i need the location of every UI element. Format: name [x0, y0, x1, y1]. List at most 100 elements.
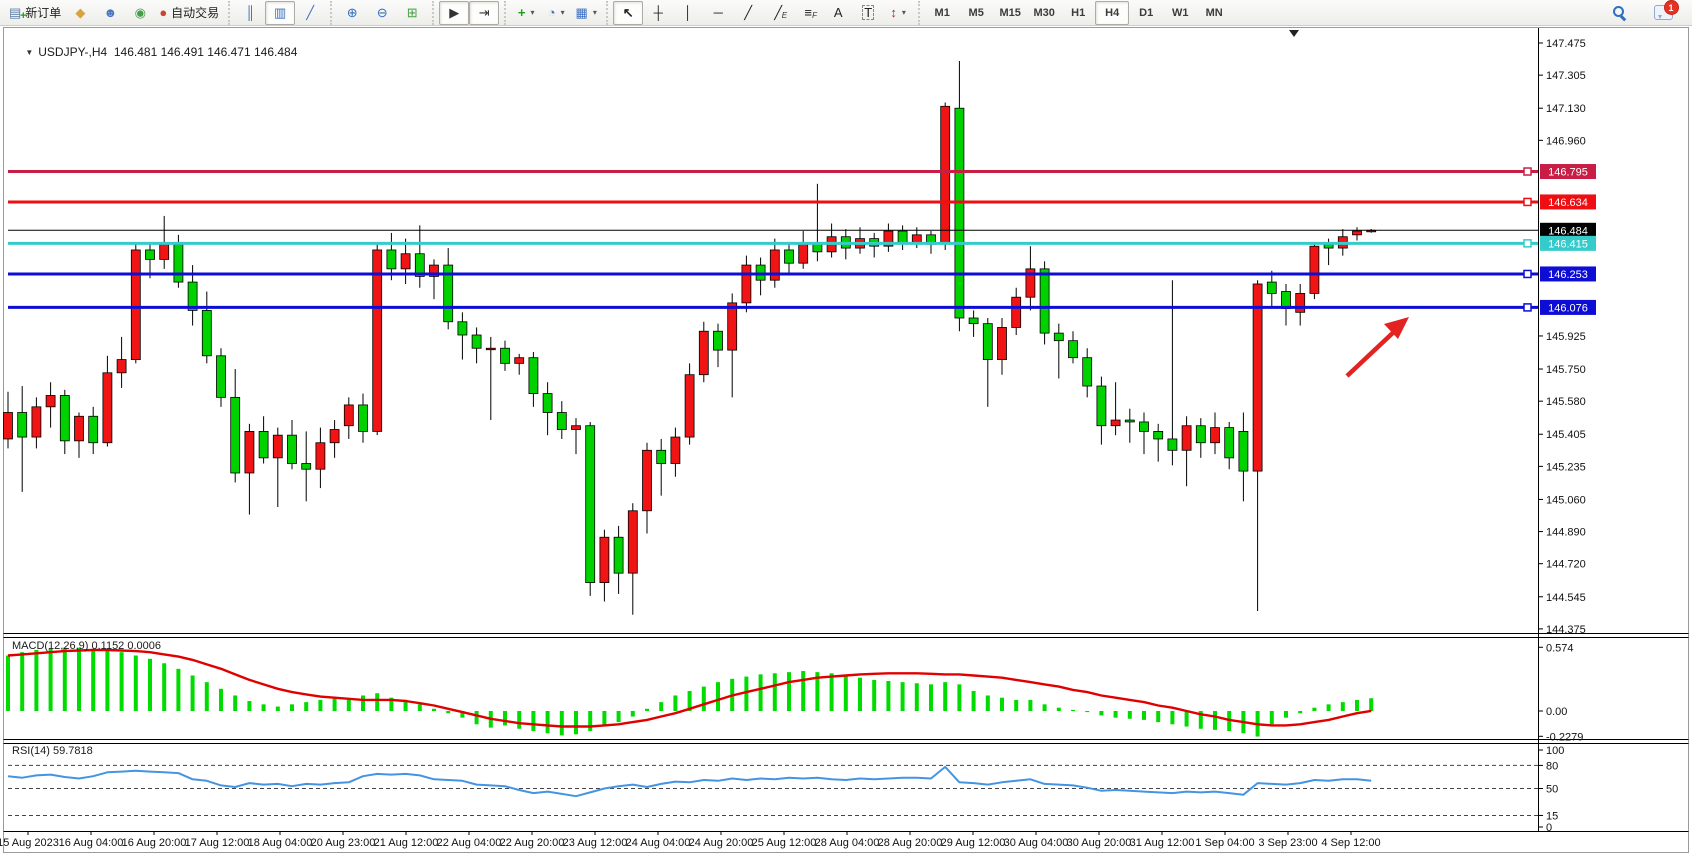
chevron-down-icon: ▾ — [902, 8, 906, 17]
cursor-button[interactable]: ↖ — [613, 1, 643, 25]
tf-w1-button-label: W1 — [1172, 7, 1189, 19]
tf-d1-button[interactable]: D1 — [1129, 1, 1163, 25]
auto-scroll-icon: ▶ — [449, 6, 459, 19]
vertical-line-button[interactable]: │ — [673, 1, 703, 25]
indicators-button[interactable]: +▾ — [511, 1, 541, 25]
channel-button[interactable]: ╱E — [763, 1, 793, 25]
auto-trading-icon: ● — [159, 6, 167, 19]
auto-trading-button-label: 自动交易 — [171, 4, 219, 21]
date-axis-label: 29 Aug 12:00 — [941, 837, 1006, 849]
toolbar-group-zoom: ⊕ ⊖ ⊞ — [330, 1, 432, 25]
macd-axis-tick: 0.00 — [1546, 706, 1567, 718]
bar-chart-icon: ║ — [246, 6, 255, 19]
candle-chart-button[interactable]: ▥ — [265, 1, 295, 25]
fibonacci-button[interactable]: ≡F — [793, 1, 823, 25]
auto-trading-button[interactable]: ● 自动交易 — [155, 1, 223, 25]
tf-mn-button[interactable]: MN — [1197, 1, 1231, 25]
candle-chart-icon: ▥ — [274, 6, 286, 19]
resistance-line-1-price-label: 146.795 — [1548, 167, 1588, 179]
teal-level-line-handle[interactable] — [1524, 240, 1531, 247]
history-center-button[interactable]: ◆ — [65, 1, 95, 25]
macd-indicator-label: MACD(12,26,9) 0.1152 0.0006 — [12, 640, 161, 652]
templates-button[interactable]: ▦▾ — [571, 1, 601, 25]
price-axis-tick: 144.545 — [1546, 592, 1586, 604]
collapse-icon[interactable]: ▼ — [25, 48, 33, 57]
tf-h4-button[interactable]: H4 — [1095, 1, 1129, 25]
quote-values: 146.481 146.491 146.471 146.484 — [114, 45, 298, 59]
date-axis-label: 30 Aug 04:00 — [1004, 837, 1069, 849]
chart-shift-icon: ⇥ — [479, 6, 490, 19]
label-icon: T — [862, 5, 874, 20]
support-line-2-handle[interactable] — [1524, 304, 1531, 311]
macd-axis-tick: 0.574 — [1546, 642, 1574, 654]
chart-shift-button[interactable]: ⇥ — [469, 1, 499, 25]
arrows-button[interactable]: ↕▾ — [883, 1, 913, 25]
line-chart-button[interactable]: ╱ — [295, 1, 325, 25]
date-axis-label: 1 Sep 04:00 — [1195, 837, 1254, 849]
tf-mn-button-label: MN — [1206, 7, 1223, 19]
price-axis-tick: 146.960 — [1546, 135, 1586, 147]
arrows-icon: ↕ — [890, 6, 897, 19]
support-line-1-handle[interactable] — [1524, 270, 1531, 277]
zoom-in-icon: ⊕ — [347, 6, 358, 19]
auto-scroll-button[interactable]: ▶ — [439, 1, 469, 25]
horizontal-line-button[interactable]: ─ — [703, 1, 733, 25]
periods-button[interactable]: ◔▾ — [541, 1, 571, 25]
date-axis-label: 16 Aug 04:00 — [59, 837, 124, 849]
resistance-line-1-handle[interactable] — [1524, 168, 1531, 175]
toolbar-group-trade: ▤+新订单 ◆ ☻◉ ● 自动交易 — [0, 1, 228, 25]
indicators-icon: + — [518, 6, 526, 19]
tf-m1-button-label: M1 — [935, 7, 950, 19]
chart-canvas[interactable]: 146.795146.634146.484146.415146.253146.0… — [0, 0, 1692, 855]
bar-chart-button[interactable]: ║ — [235, 1, 265, 25]
metatrader-window: ▤+新订单◆☻◉●自动交易║▥╱⊕⊖⊞▶⇥+▾◔▾▦▾↖┼│─╱╱E≡FAT↕▾… — [0, 0, 1692, 855]
tf-h1-button-label: H1 — [1071, 7, 1085, 19]
text-icon: A — [834, 6, 843, 19]
trendline-icon: ╱ — [744, 6, 752, 19]
text-label-button[interactable]: T — [853, 1, 883, 25]
profile-button[interactable]: ☻ — [95, 1, 125, 25]
tf-m30-button[interactable]: M30 — [1027, 1, 1061, 25]
crosshair-button[interactable]: ┼ — [643, 1, 673, 25]
tf-m15-button[interactable]: M15 — [993, 1, 1027, 25]
new-order-button-label: 新订单 — [25, 4, 61, 21]
notifications-button[interactable]: 1 — [1648, 1, 1678, 25]
tf-w1-button[interactable]: W1 — [1163, 1, 1197, 25]
zoom-in-button[interactable]: ⊕ — [337, 1, 367, 25]
price-axis-tick: 145.580 — [1546, 396, 1586, 408]
support-line-1-price-label: 146.253 — [1548, 269, 1588, 281]
rsi-axis-tick: 100 — [1546, 745, 1564, 757]
date-axis-label: 24 Aug 20:00 — [689, 837, 754, 849]
history-icon: ◆ — [75, 6, 85, 19]
tile-windows-icon: ⊞ — [407, 6, 418, 19]
zoom-out-icon: ⊖ — [377, 6, 388, 19]
tf-m1-button[interactable]: M1 — [925, 1, 959, 25]
fibonacci-icon: ≡F — [804, 6, 812, 19]
date-axis-label: 21 Aug 12:00 — [374, 837, 439, 849]
date-axis-label: 24 Aug 04:00 — [626, 837, 691, 849]
new-order-button[interactable]: ▤+新订单 — [5, 1, 65, 25]
price-axis-tick: 144.720 — [1546, 559, 1586, 571]
symbol-period-label: USDJPY-,H4 — [38, 45, 107, 59]
date-axis-label: 15 Aug 2023 — [0, 837, 59, 849]
date-axis-label: 30 Aug 20:00 — [1067, 837, 1132, 849]
resistance-line-2-handle[interactable] — [1524, 198, 1531, 205]
date-axis-label: 22 Aug 20:00 — [500, 837, 565, 849]
date-axis-label: 3 Sep 23:00 — [1258, 837, 1317, 849]
tf-m5-button-label: M5 — [969, 7, 984, 19]
macd-axis-tick: -0.2279 — [1546, 731, 1583, 743]
tf-h1-button[interactable]: H1 — [1061, 1, 1095, 25]
signals-button[interactable]: ◉ — [125, 1, 155, 25]
tile-windows-button[interactable]: ⊞ — [397, 1, 427, 25]
zoom-out-button[interactable]: ⊖ — [367, 1, 397, 25]
vline-icon: │ — [684, 6, 692, 19]
trendline-button[interactable]: ╱ — [733, 1, 763, 25]
text-button[interactable]: A — [823, 1, 853, 25]
tf-m5-button[interactable]: M5 — [959, 1, 993, 25]
date-axis-label: 25 Aug 12:00 — [752, 837, 817, 849]
search-button[interactable] — [1604, 1, 1634, 25]
date-axis-label: 16 Aug 20:00 — [122, 837, 187, 849]
toolbar-group-timeframes: M1 M5 M15M30 H1 H4D1 W1 MN — [918, 1, 1236, 25]
date-axis-label: 28 Aug 20:00 — [878, 837, 943, 849]
chevron-down-icon: ▾ — [530, 8, 534, 17]
